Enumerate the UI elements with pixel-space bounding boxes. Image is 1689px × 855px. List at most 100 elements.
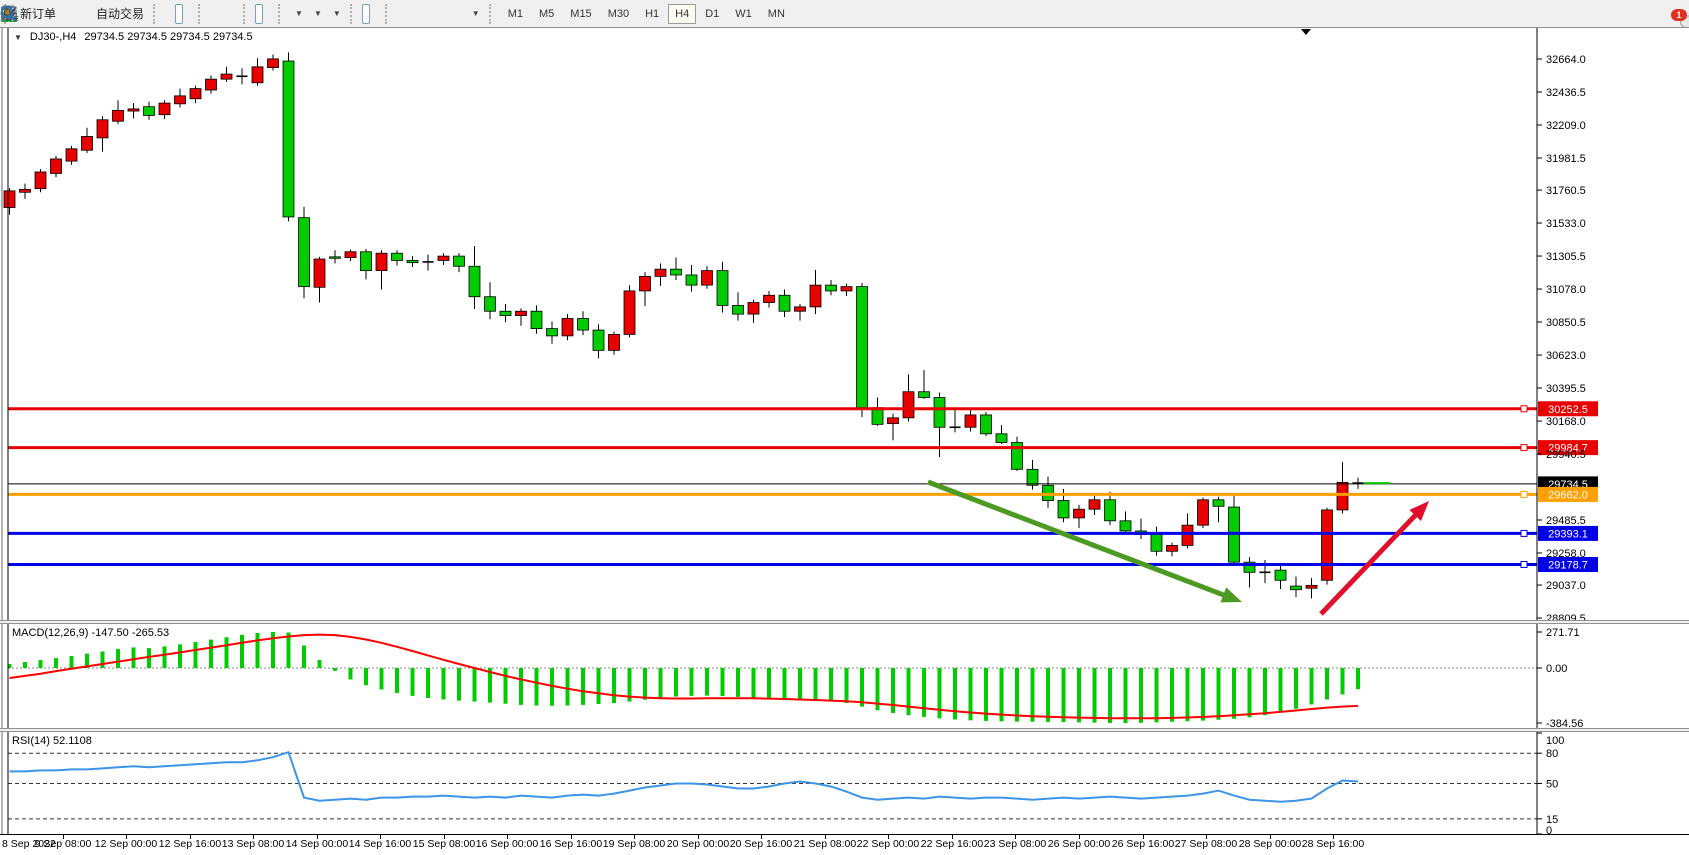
line-handle[interactable]	[1521, 491, 1527, 497]
svg-text:31305.5: 31305.5	[1546, 251, 1586, 263]
time-axis-tick	[634, 835, 635, 839]
line-chart-button[interactable]	[185, 4, 193, 24]
timeframe-button-M5[interactable]: M5	[532, 4, 561, 24]
dropdown-arrow-icon: ▼	[333, 9, 341, 18]
timeframe-button-M30[interactable]: M30	[601, 4, 636, 24]
time-axis-tick	[1206, 835, 1207, 839]
zoom-in-button[interactable]	[210, 4, 218, 24]
down-candle	[733, 305, 744, 314]
horizontal-line-button[interactable]	[407, 4, 415, 24]
up-candle	[113, 110, 124, 121]
signals-button[interactable]	[82, 4, 90, 24]
timeframe-button-H4[interactable]: H4	[668, 4, 696, 24]
up-candle	[903, 392, 914, 418]
svg-text:-384.56: -384.56	[1546, 718, 1583, 728]
text-button[interactable]: A	[447, 4, 455, 24]
time-axis-tick	[1270, 835, 1271, 839]
timeframe-button-M15[interactable]: M15	[563, 4, 598, 24]
auto-scroll-button[interactable]	[255, 4, 263, 24]
crosshair-button[interactable]	[372, 4, 380, 24]
svg-text:29485.5: 29485.5	[1546, 515, 1586, 527]
arrows-tool-button[interactable]: ▼	[467, 4, 484, 24]
svg-text:50: 50	[1546, 779, 1558, 791]
up-candle	[655, 269, 666, 276]
chart-title: ▼ DJ30-,H4 29734.5 29734.5 29734.5 29734…	[14, 31, 253, 43]
up-candle	[609, 334, 620, 350]
time-axis-label: 9 Sep 08:00	[35, 838, 92, 850]
line-handle[interactable]	[1521, 406, 1527, 412]
line-handle[interactable]	[1521, 562, 1527, 568]
zoom-out-button[interactable]	[220, 4, 228, 24]
down-candle	[826, 285, 837, 291]
equidistant-channel-button[interactable]: E	[427, 4, 435, 24]
timeframe-button-M1[interactable]: M1	[501, 4, 530, 24]
cursor-button[interactable]	[362, 4, 370, 24]
time-axis[interactable]: 8 Sep 20229 Sep 08:0012 Sep 00:0012 Sep …	[0, 834, 1689, 855]
price-chart-pane[interactable]: 30252.529984.729734.529662.029393.129178…	[0, 27, 1689, 621]
toolbar-grip	[153, 4, 161, 24]
down-candle	[919, 392, 930, 398]
timeframe-button-D1[interactable]: D1	[698, 4, 726, 24]
up-candle	[345, 252, 356, 258]
down-candle	[1213, 500, 1224, 507]
down-candle	[531, 311, 542, 328]
chart-area[interactable]: 30252.529984.729734.529662.029393.129178…	[0, 27, 1689, 855]
time-axis-label: 16 Sep 16:00	[540, 838, 602, 850]
down-candle	[144, 107, 155, 116]
up-candle	[965, 415, 976, 427]
ohlc-values: 29734.5 29734.5 29734.5 29734.5	[84, 31, 252, 43]
line-handle[interactable]	[1521, 445, 1527, 451]
time-axis-tick	[253, 835, 254, 839]
indicators-button[interactable]: ▼	[290, 4, 307, 24]
search-icon[interactable]	[0, 5, 17, 22]
up-candle	[314, 259, 325, 287]
up-candle	[82, 136, 93, 150]
time-axis-label: 20 Sep 00:00	[667, 838, 729, 850]
vertical-line-button[interactable]	[397, 4, 405, 24]
bar-chart-button[interactable]	[165, 4, 173, 24]
strategy-tester-button[interactable]	[72, 4, 80, 24]
up-candle	[624, 291, 635, 335]
down-candle	[1105, 500, 1116, 521]
time-axis-label: 27 Sep 08:00	[1175, 838, 1237, 850]
time-axis-tick	[1015, 835, 1016, 839]
tile-windows-button[interactable]	[230, 4, 238, 24]
timeframe-button-H1[interactable]: H1	[638, 4, 666, 24]
new-order-button[interactable]: 新订单	[16, 4, 60, 24]
templates-button[interactable]: ▼	[328, 4, 345, 24]
time-axis-tick	[571, 835, 572, 839]
line-handle[interactable]	[1521, 530, 1527, 536]
toolbar-grip	[243, 4, 251, 24]
svg-text:29258.0: 29258.0	[1546, 548, 1586, 560]
svg-text:30395.5: 30395.5	[1546, 383, 1586, 395]
chart-shift-button[interactable]	[265, 4, 273, 24]
up-candle	[66, 149, 77, 161]
macd-pane[interactable]: 271.710.00-384.56	[0, 624, 1689, 728]
svg-text:31981.5: 31981.5	[1546, 153, 1586, 165]
trendline-button[interactable]	[417, 4, 425, 24]
time-axis-label: 13 Sep 08:00	[222, 838, 284, 850]
timeframe-button-W1[interactable]: W1	[728, 4, 759, 24]
svg-text:29037.0: 29037.0	[1546, 580, 1586, 592]
rsi-pane[interactable]: 1008050150	[0, 732, 1689, 834]
svg-text:30168.0: 30168.0	[1546, 416, 1586, 428]
toolbar-grip	[278, 4, 286, 24]
fibonacci-button[interactable]: F	[437, 4, 445, 24]
down-candle	[593, 330, 604, 350]
timeframe-button-MN[interactable]: MN	[761, 4, 792, 24]
down-candle	[485, 297, 496, 312]
collapse-arrow-icon[interactable]: ▼	[14, 33, 22, 42]
time-axis-label: 21 Sep 08:00	[794, 838, 856, 850]
time-axis-label: 14 Sep 00:00	[286, 838, 348, 850]
down-candle	[717, 271, 728, 306]
candlestick-chart-button[interactable]	[175, 4, 183, 24]
up-candle	[206, 79, 217, 90]
text-label-button[interactable]: T	[457, 4, 465, 24]
auto-trading-button[interactable]: 自动交易	[92, 4, 148, 24]
down-candle	[500, 311, 511, 315]
market-watch-button[interactable]	[62, 4, 70, 24]
periods-button[interactable]: ▼	[309, 4, 326, 24]
dropdown-arrow-icon: ▼	[472, 9, 480, 18]
up-candle	[1074, 509, 1085, 518]
up-candle	[748, 303, 759, 315]
